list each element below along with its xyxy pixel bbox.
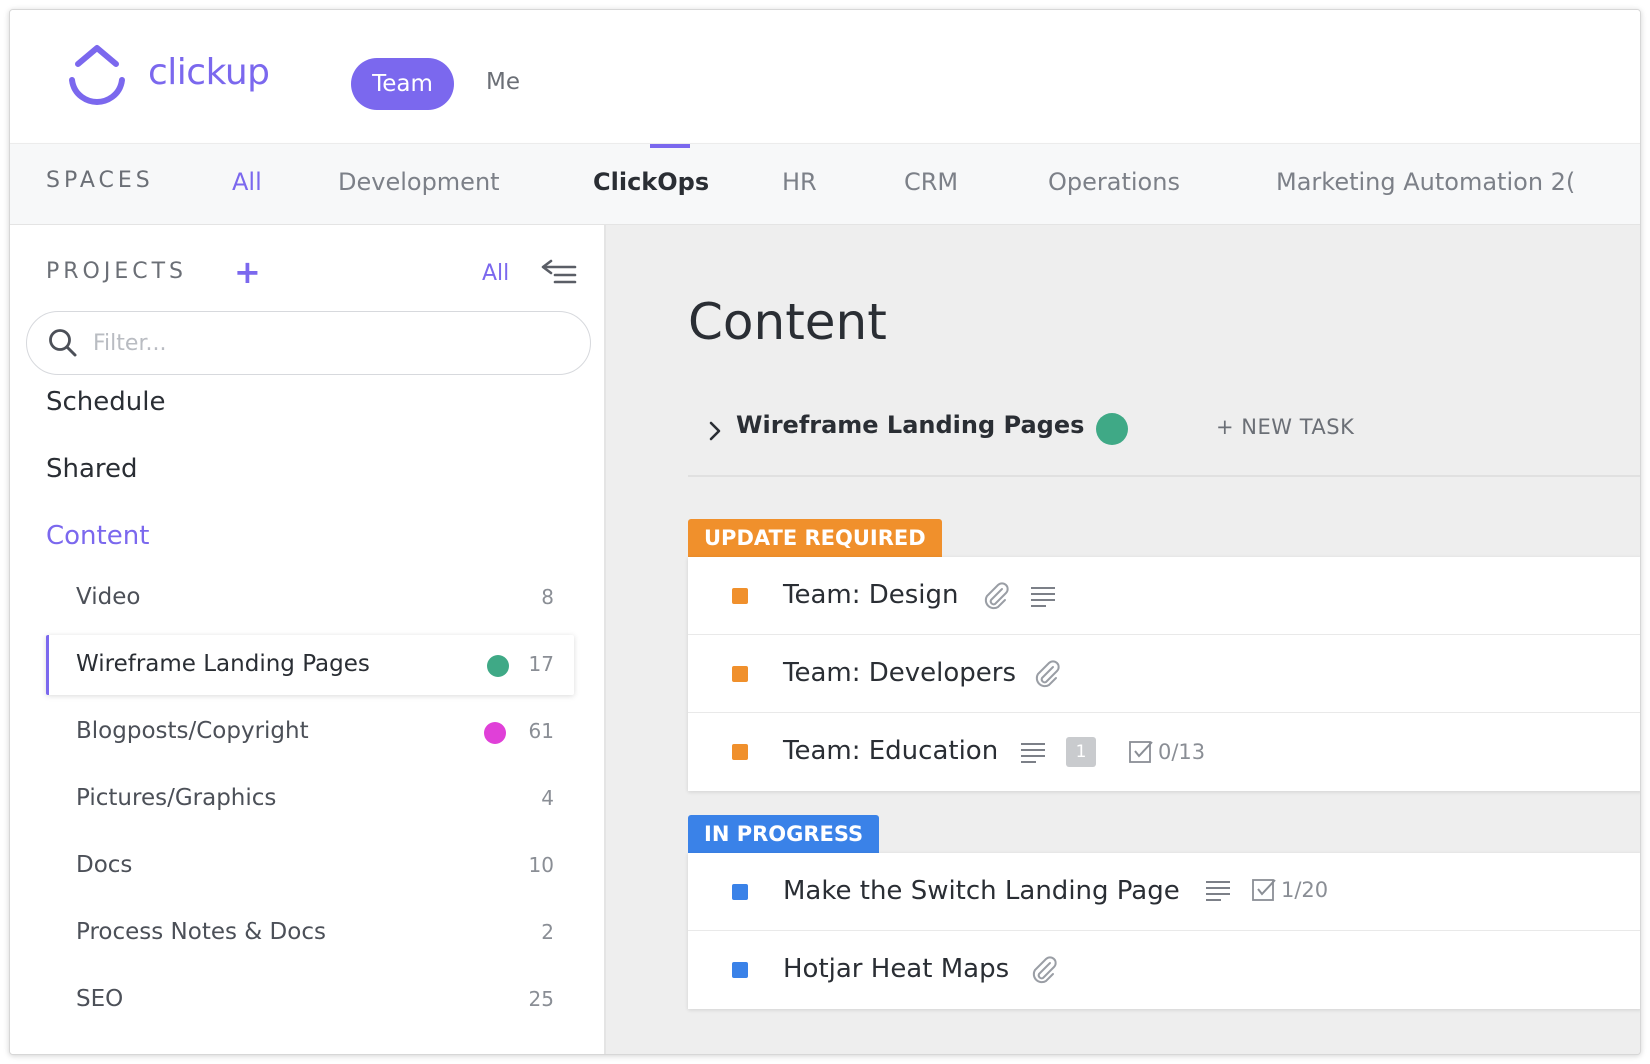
add-project-plus-icon[interactable]: + xyxy=(234,253,261,291)
list-title[interactable]: Wireframe Landing Pages xyxy=(736,411,1084,439)
project-item-pictures-graphics[interactable]: Pictures/Graphics 4 xyxy=(46,769,574,829)
chevron-right-icon[interactable] xyxy=(706,419,724,443)
task-name: Make the Switch Landing Page xyxy=(783,876,1180,906)
project-count: 2 xyxy=(541,920,554,944)
main-panel: Content Wireframe Landing Pages + NEW TA… xyxy=(606,225,1640,1054)
project-color-dot xyxy=(487,655,509,677)
checkbox-icon xyxy=(1252,879,1276,901)
team-button[interactable]: Team xyxy=(351,58,454,110)
task-meta xyxy=(1028,955,1058,985)
project-count: 4 xyxy=(541,786,554,810)
tab-development[interactable]: Development xyxy=(338,168,500,196)
project-name: Docs xyxy=(76,852,133,878)
checklist-count: 0/13 xyxy=(1158,740,1206,764)
tab-operations[interactable]: Operations xyxy=(1048,168,1180,196)
list-header: Wireframe Landing Pages + NEW TASK xyxy=(688,387,1640,477)
task-meta xyxy=(1031,659,1061,689)
filter-box xyxy=(26,311,591,375)
top-bar: clickup Team Me xyxy=(10,10,1640,143)
me-button[interactable]: Me xyxy=(486,69,520,95)
status-square-icon xyxy=(732,666,748,682)
project-count: 8 xyxy=(541,585,554,609)
collapse-sidebar-icon[interactable] xyxy=(541,257,577,285)
project-item-process-notes-docs[interactable]: Process Notes & Docs 2 xyxy=(46,903,574,963)
tab-all[interactable]: All xyxy=(232,168,262,196)
tab-clickops[interactable]: ClickOps xyxy=(593,168,709,196)
search-icon xyxy=(49,329,77,357)
new-task-button[interactable]: + NEW TASK xyxy=(1216,415,1354,439)
project-name: Wireframe Landing Pages xyxy=(76,651,370,677)
task-name: Team: Design xyxy=(783,580,959,610)
project-name: Pictures/Graphics xyxy=(76,785,277,811)
projects-all-link[interactable]: All xyxy=(482,261,509,286)
sidebar: PROJECTS + All Schedule Shared Content V… xyxy=(10,225,606,1054)
task-group-in-progress: Make the Switch Landing Page 1/20 Hotjar… xyxy=(688,853,1640,1009)
task-row[interactable]: Make the Switch Landing Page 1/20 xyxy=(688,853,1640,931)
task-row[interactable]: Team: Design xyxy=(688,557,1640,635)
page-title: Content xyxy=(688,293,887,351)
nav-content[interactable]: Content xyxy=(46,521,149,551)
description-lines-icon xyxy=(1206,881,1230,901)
checkbox-icon xyxy=(1129,741,1153,763)
task-row[interactable]: Hotjar Heat Maps xyxy=(688,931,1640,1009)
task-name: Team: Developers xyxy=(783,658,1017,688)
project-name: Blogposts/Copyright xyxy=(76,718,309,744)
project-item-wireframe-landing-pages[interactable]: Wireframe Landing Pages 17 xyxy=(46,635,574,695)
project-color-dot xyxy=(484,722,506,744)
tab-crm[interactable]: CRM xyxy=(904,168,958,196)
task-row[interactable]: Team: Education 1 0/13 xyxy=(688,713,1640,791)
task-name: Team: Education xyxy=(783,736,999,766)
project-name: Video xyxy=(76,584,141,610)
task-meta: 1 0/13 xyxy=(1020,737,1205,767)
nav-schedule[interactable]: Schedule xyxy=(46,387,165,417)
app-window: clickup Team Me SPACES All Development C… xyxy=(9,9,1641,1055)
project-item-video[interactable]: Video 8 xyxy=(46,568,574,628)
project-item-seo[interactable]: SEO 25 xyxy=(46,970,574,1030)
brand-name: clickup xyxy=(148,52,270,93)
nav-shared[interactable]: Shared xyxy=(46,454,138,484)
project-name: SEO xyxy=(76,986,124,1012)
status-square-icon xyxy=(732,744,748,760)
description-lines-icon xyxy=(1031,587,1055,607)
project-count: 10 xyxy=(528,853,554,877)
task-name: Hotjar Heat Maps xyxy=(783,954,1010,984)
paperclip-icon xyxy=(1032,956,1057,984)
list-color-dot xyxy=(1096,413,1128,445)
active-tab-indicator xyxy=(650,144,690,148)
project-item-blogposts-copyright[interactable]: Blogposts/Copyright 61 xyxy=(46,702,574,762)
spaces-bar: SPACES All Development ClickOps HR CRM O… xyxy=(10,143,1640,225)
project-name: Process Notes & Docs xyxy=(76,919,326,945)
filter-input[interactable] xyxy=(93,320,563,366)
status-square-icon xyxy=(732,884,748,900)
spaces-label: SPACES xyxy=(46,168,154,193)
task-row[interactable]: Team: Developers xyxy=(688,635,1640,713)
status-tag-update-required: UPDATE REQUIRED xyxy=(688,519,942,557)
projects-label: PROJECTS xyxy=(46,259,188,284)
checklist-count: 1/20 xyxy=(1281,878,1329,902)
project-count: 17 xyxy=(528,652,554,676)
tab-marketing-automation[interactable]: Marketing Automation 2( xyxy=(1276,168,1575,196)
status-square-icon xyxy=(732,962,748,978)
status-tag-in-progress: IN PROGRESS xyxy=(688,815,880,853)
task-meta: 1/20 xyxy=(1205,877,1328,903)
description-lines-icon xyxy=(1021,743,1045,763)
task-group-update-required: Team: Design Team: Developers Team: Educ… xyxy=(688,557,1640,791)
subtask-count-badge[interactable]: 1 xyxy=(1066,737,1096,767)
project-item-docs[interactable]: Docs 10 xyxy=(46,836,574,896)
tab-hr[interactable]: HR xyxy=(782,168,817,196)
paperclip-icon xyxy=(1035,660,1060,688)
task-meta xyxy=(980,581,1056,611)
clickup-logo-icon xyxy=(69,45,125,106)
paperclip-icon xyxy=(984,582,1009,610)
project-count: 61 xyxy=(528,719,554,743)
checklist-progress[interactable]: 0/13 xyxy=(1128,739,1205,765)
checklist-progress[interactable]: 1/20 xyxy=(1251,877,1328,903)
project-count: 25 xyxy=(528,987,554,1011)
status-square-icon xyxy=(732,588,748,604)
